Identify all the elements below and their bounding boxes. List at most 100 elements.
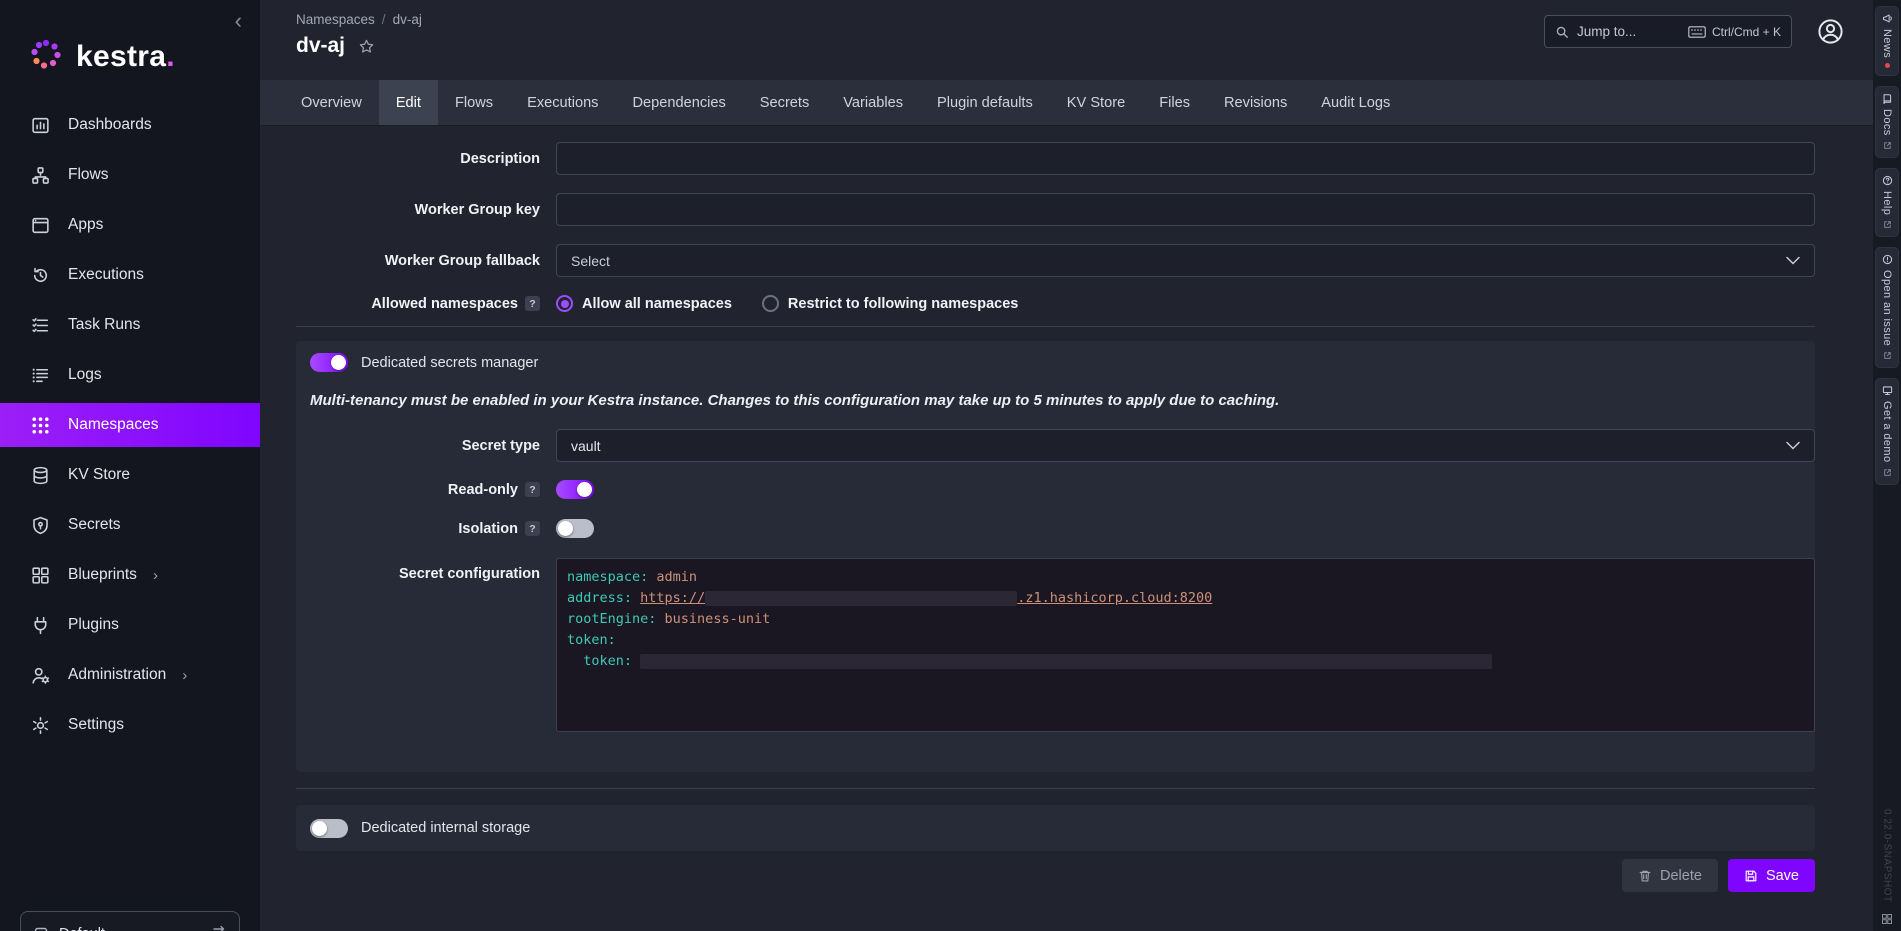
tab-variables[interactable]: Variables — [826, 80, 920, 125]
tab-executions[interactable]: Executions — [510, 80, 615, 125]
worker-group-fallback-label: Worker Group fallback — [296, 253, 540, 269]
tab-flows[interactable]: Flows — [438, 80, 510, 125]
rail-item-docs[interactable]: Docs — [1875, 86, 1899, 158]
favorite-star-icon[interactable] — [358, 38, 375, 55]
administration-icon — [30, 664, 52, 686]
tab-overview[interactable]: Overview — [284, 80, 379, 125]
breadcrumb-current[interactable]: dv-aj — [393, 12, 422, 27]
jump-to-search[interactable]: Jump to... Ctrl/Cmd + K — [1544, 15, 1792, 48]
sidebar-item-flows[interactable]: Flows — [0, 153, 260, 197]
sidebar-item-label: Flows — [68, 166, 108, 184]
kestra-logo-icon — [28, 36, 64, 77]
trash-icon — [1638, 869, 1652, 883]
allowed-namespaces-options: Allow all namespaces Restrict to followin… — [556, 295, 1815, 312]
tab-audit-logs[interactable]: Audit Logs — [1304, 80, 1407, 125]
description-input[interactable] — [556, 142, 1815, 175]
brand[interactable]: kestra. — [0, 0, 260, 103]
tab-kv-store[interactable]: KV Store — [1050, 80, 1142, 125]
secret-config-code: namespace: adminaddress: https://.z1.has… — [567, 567, 1804, 672]
chevron-down-icon — [1786, 256, 1800, 265]
sidebar-item-dashboards[interactable]: Dashboards — [0, 103, 260, 147]
secrets-manager-toggle[interactable] — [310, 353, 348, 372]
secret-type-label: Secret type — [296, 438, 540, 454]
chevron-right-icon: › — [153, 567, 158, 584]
sidebar-item-settings[interactable]: Settings — [0, 703, 260, 747]
radio-icon — [556, 295, 573, 312]
topbar: Namespaces / dv-aj dv-aj — [260, 0, 1873, 80]
tenant-icon — [33, 926, 49, 931]
sidebar-item-label: Logs — [68, 366, 102, 384]
rail-item-help[interactable]: Help — [1875, 168, 1899, 237]
sidebar-item-namespaces[interactable]: Namespaces — [0, 403, 260, 447]
rail-item-news[interactable]: News — [1875, 6, 1899, 76]
sidebar-collapse-icon[interactable]: ‹ — [235, 10, 242, 32]
secret-type-select[interactable]: vault — [556, 429, 1815, 462]
internal-storage-toggle[interactable] — [310, 819, 348, 838]
rail-item-label: Open an issue — [1881, 270, 1893, 346]
logs-icon — [30, 364, 52, 386]
namespace-edit-form: Description Worker Group key Worker Grou… — [260, 126, 1873, 931]
allowed-namespaces-label: Allowed namespaces ? — [296, 296, 540, 312]
tab-dependencies[interactable]: Dependencies — [615, 80, 742, 125]
help-icon[interactable]: ? — [525, 521, 540, 536]
page-title: dv-aj — [296, 34, 345, 58]
divider — [296, 326, 1815, 327]
apps-icon — [30, 214, 52, 236]
notification-dot — [1885, 63, 1890, 68]
radio-option-restrict-to-following-namespaces[interactable]: Restrict to following namespaces — [762, 295, 1018, 312]
keyboard-icon — [1688, 26, 1706, 38]
tenant-selector[interactable]: Default — [20, 911, 240, 931]
sidebar-item-label: Namespaces — [68, 416, 158, 434]
external-link-icon — [1883, 141, 1892, 150]
sidebar-item-label: Secrets — [68, 516, 121, 534]
read-only-toggle[interactable] — [556, 480, 594, 499]
rail-menu-icon[interactable] — [1881, 913, 1893, 925]
main-area: Namespaces / dv-aj dv-aj — [260, 0, 1873, 931]
secret-configuration-label: Secret configuration — [296, 558, 540, 582]
sidebar-item-logs[interactable]: Logs — [0, 353, 260, 397]
tab-edit[interactable]: Edit — [379, 80, 438, 125]
sidebar-item-label: Apps — [68, 216, 103, 234]
tab-secrets[interactable]: Secrets — [743, 80, 826, 125]
sidebar-item-executions[interactable]: Executions — [0, 253, 260, 297]
isolation-label: Isolation ? — [296, 521, 540, 537]
delete-button[interactable]: Delete — [1622, 859, 1718, 892]
help-icon[interactable]: ? — [525, 482, 540, 497]
sidebar-item-apps[interactable]: Apps — [0, 203, 260, 247]
search-placeholder: Jump to... — [1577, 24, 1636, 39]
app-root: ‹ kestra. Dashboards Flows Apps Executions T… — [0, 0, 1901, 931]
version-label: 0.22.0-SNAPSHOT — [1882, 809, 1893, 903]
settings-icon — [30, 714, 52, 736]
sidebar-item-label: Dashboards — [68, 116, 152, 134]
sidebar-item-administration[interactable]: Administration› — [0, 653, 260, 697]
radio-option-allow-all-namespaces[interactable]: Allow all namespaces — [556, 295, 732, 312]
rail-item-get-a-demo[interactable]: Get a demo — [1875, 378, 1899, 484]
description-label: Description — [296, 151, 540, 167]
help-icon[interactable]: ? — [525, 296, 540, 311]
tab-bar: OverviewEditFlowsExecutionsDependenciesS… — [260, 80, 1873, 126]
redacted-secret — [640, 654, 1492, 669]
form-actions: Delete Save — [296, 859, 1815, 892]
user-avatar-icon[interactable] — [1816, 17, 1845, 46]
tab-files[interactable]: Files — [1142, 80, 1207, 125]
save-button[interactable]: Save — [1728, 859, 1815, 892]
sidebar-item-label: Administration — [68, 666, 166, 684]
secret-config-editor[interactable]: namespace: adminaddress: https://.z1.has… — [556, 558, 1815, 732]
sidebar-item-plugins[interactable]: Plugins — [0, 603, 260, 647]
secrets-manager-toggle-label: Dedicated secrets manager — [361, 355, 538, 371]
divider — [296, 788, 1815, 789]
worker-group-key-input[interactable] — [556, 193, 1815, 226]
breadcrumb-parent[interactable]: Namespaces — [296, 12, 375, 27]
sidebar-item-secrets[interactable]: Secrets — [0, 503, 260, 547]
news-icon — [1882, 13, 1893, 24]
tab-plugin-defaults[interactable]: Plugin defaults — [920, 80, 1050, 125]
worker-group-fallback-select[interactable]: Select — [556, 244, 1815, 277]
rail-item-open-an-issue[interactable]: Open an issue — [1875, 247, 1899, 368]
isolation-toggle[interactable] — [556, 519, 594, 538]
internal-storage-panel: Dedicated internal storage — [296, 805, 1815, 851]
tab-revisions[interactable]: Revisions — [1207, 80, 1304, 125]
sidebar-item-task-runs[interactable]: Task Runs — [0, 303, 260, 347]
radio-icon — [762, 295, 779, 312]
sidebar-item-kv-store[interactable]: KV Store — [0, 453, 260, 497]
sidebar-item-blueprints[interactable]: Blueprints› — [0, 553, 260, 597]
